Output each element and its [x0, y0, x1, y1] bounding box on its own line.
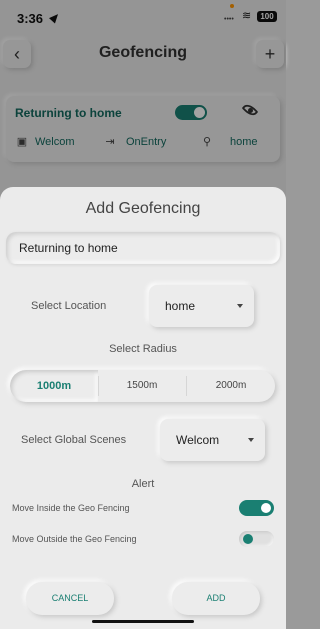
radius-option-1500m[interactable]: 1500m — [98, 370, 186, 402]
geofence-name-input[interactable]: Returning to home — [6, 232, 280, 264]
scenes-dropdown-value: Welcom — [176, 433, 220, 447]
scenes-dropdown[interactable]: Welcom — [160, 419, 265, 461]
select-radius-label: Select Radius — [109, 343, 177, 355]
radius-segmented-control: 1000m 1500m 2000m — [10, 370, 275, 402]
alert-outside-label: Move Outside the Geo Fencing — [12, 534, 137, 544]
toggle-knob — [261, 503, 271, 513]
location-dropdown-value: home — [165, 299, 196, 313]
caret-down-icon — [237, 304, 243, 308]
sheet-title: Add Geofencing — [85, 200, 201, 217]
alert-outside-toggle[interactable] — [239, 531, 274, 547]
toggle-knob — [243, 534, 253, 544]
home-indicator — [92, 620, 194, 623]
radius-option-2000m[interactable]: 2000m — [187, 370, 275, 402]
alert-inside-toggle[interactable] — [239, 500, 274, 516]
select-scenes-label: Select Global Scenes — [21, 434, 127, 446]
alert-label: Alert — [131, 478, 155, 490]
radius-option-1000m[interactable]: 1000m — [10, 370, 98, 402]
caret-down-icon — [248, 438, 254, 442]
alert-inside-label: Move Inside the Geo Fencing — [12, 503, 130, 513]
add-button[interactable]: ADD — [172, 582, 260, 615]
location-dropdown[interactable]: home — [149, 285, 254, 327]
add-geofencing-sheet: Add Geofencing Returning to home Select … — [0, 187, 286, 629]
select-location-label: Select Location — [31, 300, 107, 312]
cancel-button[interactable]: CANCEL — [26, 582, 114, 615]
